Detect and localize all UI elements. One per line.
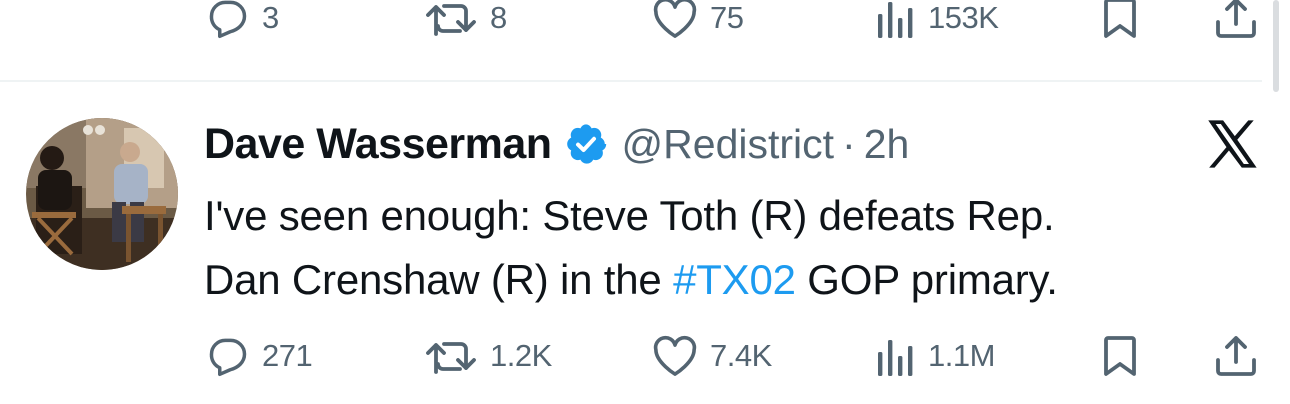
x-logo-icon — [1206, 118, 1260, 175]
heart-icon — [653, 335, 697, 376]
share-upload-icon — [1216, 0, 1256, 38]
user-handle[interactable]: @Redistrict — [622, 121, 835, 168]
tweet-text: I've seen enough: Steve Toth (R) defeats… — [204, 184, 1264, 312]
reply-bubble-icon — [209, 338, 247, 377]
tweet-text-line-1: I've seen enough: Steve Toth (R) defeats… — [204, 192, 1055, 239]
retweet-button[interactable]: 8 — [426, 0, 507, 48]
tweet-timestamp[interactable]: 2h — [864, 121, 910, 168]
retweet-arrows-icon — [426, 4, 476, 36]
views-bars-icon — [878, 2, 913, 38]
views-count: 153K — [928, 0, 999, 35]
tweet-text-segment: Dan Crenshaw (R) in the — [204, 256, 674, 303]
views-button[interactable]: 153K — [876, 0, 999, 48]
tweet-header: Dave Wasserman @Redistrict · 2h — [204, 116, 909, 172]
tweet-text-segment: GOP primary. — [795, 256, 1058, 303]
tweet-divider — [0, 80, 1262, 82]
retweet-arrows-icon — [426, 342, 476, 374]
retweet-button[interactable]: 1.2K — [426, 326, 552, 386]
heart-icon — [653, 0, 697, 38]
like-count: 75 — [710, 0, 744, 35]
previous-tweet-action-bar: 3 8 75 153K — [0, 0, 1290, 48]
verified-badge-icon[interactable] — [564, 122, 608, 166]
views-count: 1.1M — [928, 338, 995, 373]
share-button[interactable] — [1214, 0, 1258, 48]
separator-dot: · — [842, 120, 856, 167]
bookmark-icon — [1104, 0, 1136, 38]
share-button[interactable] — [1214, 326, 1258, 386]
bookmark-button[interactable] — [1100, 326, 1140, 386]
share-upload-icon — [1216, 336, 1256, 376]
reply-bubble-icon — [209, 0, 247, 39]
like-button[interactable]: 75 — [652, 0, 744, 48]
avatar[interactable] — [26, 118, 178, 270]
display-name[interactable]: Dave Wasserman — [204, 120, 552, 169]
like-button[interactable]: 7.4K — [652, 326, 772, 386]
reply-button[interactable]: 271 — [206, 326, 313, 386]
avatar-photo — [26, 118, 178, 270]
like-count: 7.4K — [710, 338, 772, 373]
reply-count: 271 — [262, 338, 313, 373]
retweet-count: 1.2K — [490, 338, 552, 373]
reply-count: 3 — [262, 0, 279, 35]
bookmark-button[interactable] — [1100, 0, 1140, 48]
tweet-text-line-2: Dan Crenshaw (R) in the #TX02 GOP primar… — [204, 248, 1264, 312]
reply-button[interactable]: 3 — [206, 0, 279, 48]
retweet-count: 8 — [490, 0, 507, 35]
bookmark-icon — [1104, 336, 1136, 376]
views-button[interactable]: 1.1M — [876, 326, 995, 386]
views-bars-icon — [878, 340, 913, 376]
tweet-action-bar: 271 1.2K 7.4K 1.1M — [0, 326, 1290, 386]
scrollbar[interactable] — [1273, 0, 1279, 92]
hashtag-link[interactable]: #TX02 — [673, 256, 796, 303]
